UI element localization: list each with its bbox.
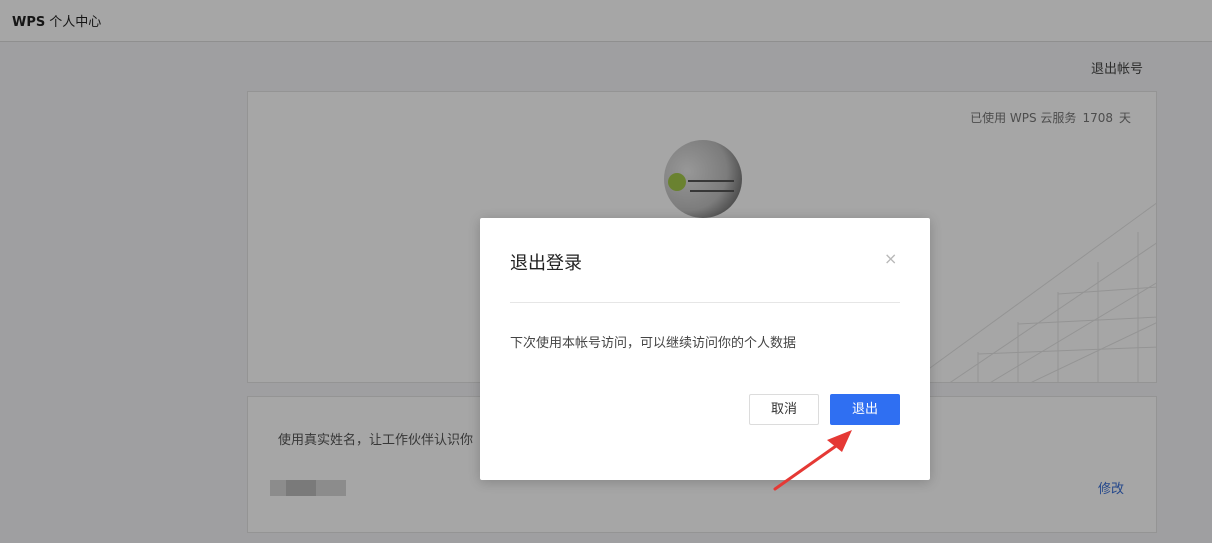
annotation-arrow-icon bbox=[773, 430, 852, 491]
